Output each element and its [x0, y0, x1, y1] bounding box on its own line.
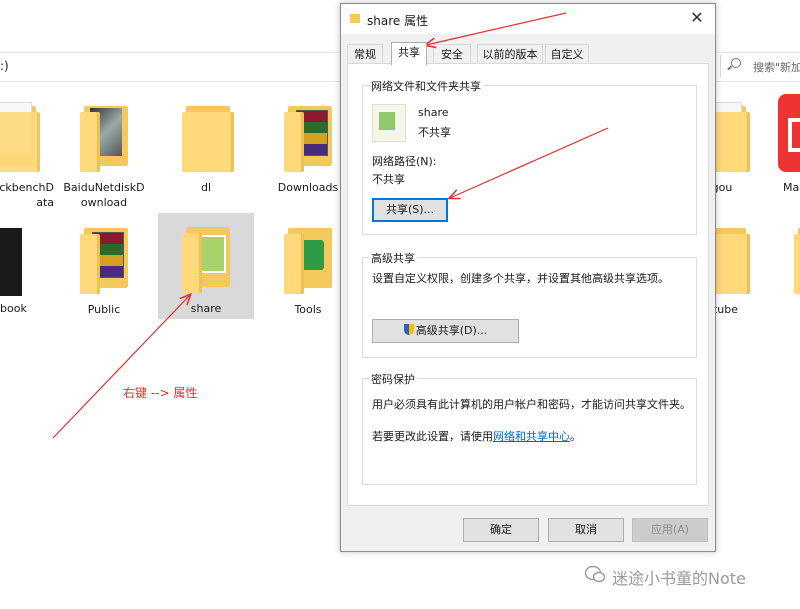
app-icon[interactable] — [0, 228, 22, 296]
advanced-sharing-description: 设置自定义权限，创建多个共享，并设置其他高级共享选项。 — [372, 272, 669, 285]
network-sharing-center-link[interactable]: 网络和共享中心 — [493, 430, 570, 443]
tab-security[interactable]: 安全 — [433, 44, 471, 64]
folder-icon — [284, 222, 336, 294]
tab-general[interactable]: 常规 — [347, 44, 383, 64]
folder-icon — [80, 100, 132, 172]
file-label: Ma — [783, 181, 800, 194]
tab-customize[interactable]: 自定义 — [545, 44, 589, 64]
sharing-panel: 网络文件和文件夹共享 share 不共享 网络路径(N): 不共享 共享(S).… — [347, 63, 709, 506]
close-button[interactable]: ✕ — [686, 10, 708, 28]
password-change-text: 若要更改此设置，请使用网络和共享中心。 — [372, 428, 581, 444]
group-title: 高级共享 — [369, 250, 417, 266]
folder-icon — [284, 100, 336, 172]
tab-previous-versions[interactable]: 以前的版本 — [477, 44, 543, 64]
folder-icon — [794, 222, 800, 294]
file-item[interactable] — [770, 222, 800, 332]
network-path-value: 不共享 — [372, 173, 405, 186]
wechat-icon — [584, 565, 606, 583]
app-icon[interactable] — [778, 94, 800, 172]
cancel-button[interactable]: 取消 — [548, 518, 624, 542]
group-title: 密码保护 — [369, 371, 417, 387]
apply-button[interactable]: 应用(A) — [632, 518, 708, 542]
annotation-text: 右键 --> 属性 — [123, 386, 198, 400]
file-label: BaiduNetdiskD ownload — [63, 181, 145, 209]
tab-sharing[interactable]: 共享 — [391, 42, 427, 65]
network-path-label: 网络路径(N): — [372, 155, 437, 168]
dialog-title: share 属性 — [367, 14, 429, 28]
file-label: share — [190, 302, 222, 315]
share-button[interactable]: 共享(S)... — [372, 198, 448, 222]
change-suffix: 。 — [570, 430, 581, 443]
folder-icon — [0, 100, 40, 172]
file-label: dl — [200, 181, 212, 194]
file-item-share[interactable]: share — [158, 213, 254, 319]
group-title: 网络文件和文件夹共享 — [369, 78, 483, 94]
folder-name: share — [418, 106, 449, 119]
password-description: 用户必须具有此计算机的用户帐户和密码，才能访问共享文件夹。 — [372, 398, 691, 411]
title-bar[interactable]: share 属性 ✕ — [341, 4, 715, 34]
file-item[interactable]: dl — [158, 100, 254, 210]
file-label: book — [0, 302, 27, 315]
search-icon — [731, 58, 741, 68]
folder-icon — [80, 222, 132, 294]
file-item[interactable]: Public — [56, 222, 152, 332]
shield-icon — [403, 324, 414, 335]
file-item[interactable]: ckbenchD ata — [0, 100, 60, 210]
search-placeholder: 搜索"新加 — [753, 61, 800, 74]
search-box[interactable]: 搜索"新加 — [720, 55, 800, 77]
change-prefix: 若要更改此设置，请使用 — [372, 430, 493, 443]
folder-icon — [372, 104, 406, 142]
share-status: 不共享 — [418, 126, 451, 139]
file-label: Public — [87, 303, 121, 316]
file-item[interactable]: BaiduNetdiskD ownload — [56, 100, 152, 210]
folder-icon — [182, 221, 234, 293]
file-label: ckbenchD ata — [0, 181, 54, 209]
properties-dialog: share 属性 ✕ 常规 共享 安全 以前的版本 自定义 网络文件和文件夹共享… — [340, 3, 716, 552]
advanced-sharing-button-label: 高级共享(D)... — [415, 324, 488, 337]
folder-icon — [182, 100, 234, 172]
address-text: :) — [0, 59, 9, 73]
watermark-text: 迷途小书童的Note — [612, 569, 746, 588]
advanced-sharing-button[interactable]: 高级共享(D)... — [372, 319, 519, 343]
folder-icon — [350, 14, 360, 23]
ok-button[interactable]: 确定 — [463, 518, 539, 542]
